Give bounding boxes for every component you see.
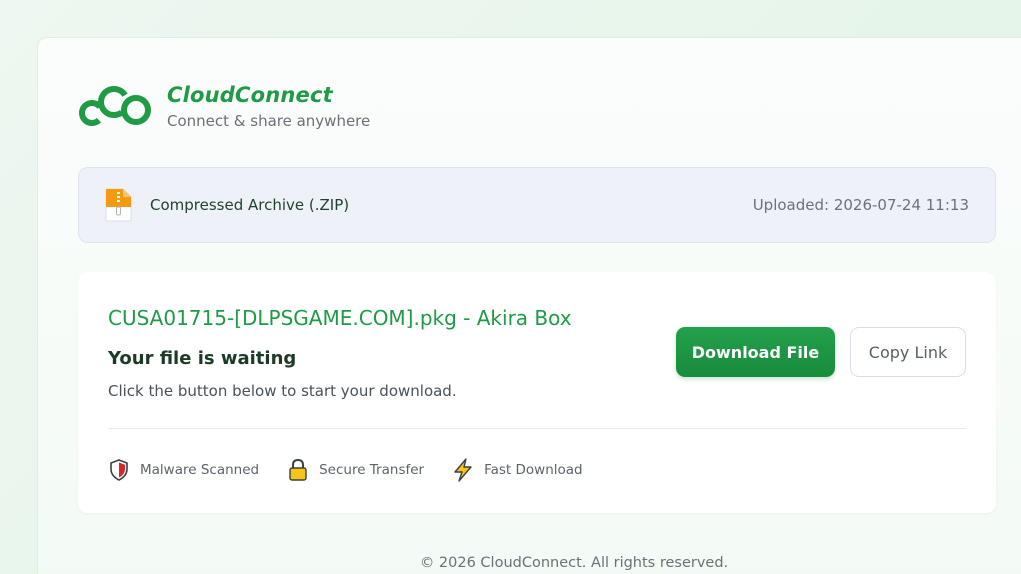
file-name: CUSA01715-[DLPSGAME.COM].pkg - Akira Box [108,306,572,330]
feature-list: Malware Scanned Secure Transfer Fast Dow… [108,458,611,482]
upload-timestamp: Uploaded: 2026-07-24 11:13 [752,196,969,214]
shield-icon [110,459,128,481]
brand-tagline: Connect & share anywhere [167,112,371,130]
lock-icon [289,458,307,481]
main-card: CloudConnect Connect & share anywhere Co… [37,37,1021,574]
brand-header[interactable]: CloudConnect Connect & share anywhere [78,82,370,130]
copy-link-button[interactable]: Copy Link [850,327,966,377]
page: CloudConnect Connect & share anywhere Co… [0,0,1021,574]
feature-label: Fast Download [484,462,583,478]
lightning-icon [454,458,472,482]
file-type-label: Compressed Archive (.ZIP) [150,196,350,214]
download-hint: Click the button below to start your dow… [108,382,457,400]
zip-file-icon [105,188,132,222]
brand-name: CloudConnect [167,83,333,107]
file-info-bar: Compressed Archive (.ZIP) Uploaded: 2026… [78,167,996,243]
cco-logo-icon [79,86,151,126]
feature-fast-download: Fast Download [452,458,583,482]
feature-label: Secure Transfer [319,462,425,478]
download-file-button[interactable]: Download File [676,327,835,377]
status-title: Your file is waiting [108,348,297,369]
download-panel: CUSA01715-[DLPSGAME.COM].pkg - Akira Box… [78,272,996,513]
feature-malware-scanned: Malware Scanned [108,458,259,482]
footer-copyright: © 2026 CloudConnect. All rights reserved… [419,555,729,571]
brand-text: CloudConnect Connect & share anywhere [167,82,370,130]
feature-secure-transfer: Secure Transfer [287,458,424,482]
feature-label: Malware Scanned [140,462,260,478]
divider [108,428,966,429]
